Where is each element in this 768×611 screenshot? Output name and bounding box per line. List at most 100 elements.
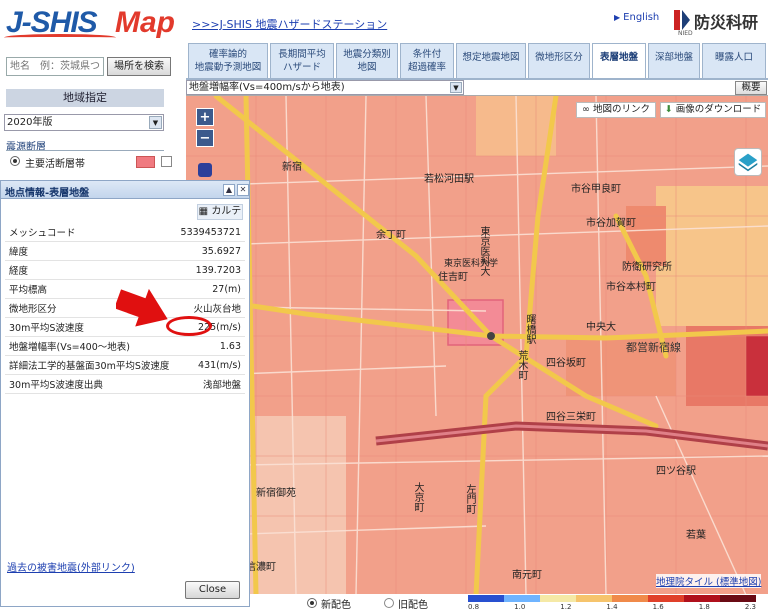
nied-logo-text: 防災科研 xyxy=(694,13,759,32)
new-color-radio[interactable] xyxy=(307,598,317,608)
close-icon[interactable]: ✕ xyxy=(237,184,249,196)
map-label: 市谷本村町 xyxy=(606,282,656,293)
tab-deep-ground[interactable]: 深部地盤 xyxy=(648,43,700,79)
legend-tick: 1.0 xyxy=(514,603,526,611)
chevron-down-icon: ▼ xyxy=(450,82,462,93)
row-value: 火山灰台地 xyxy=(175,298,245,318)
nied-logo-icon xyxy=(674,10,690,30)
tab-label: 地震分類別 地図 xyxy=(343,49,391,73)
image-download-button[interactable]: ⬇ 画像のダウンロード xyxy=(660,102,766,118)
english-link[interactable]: ▶ English xyxy=(614,12,659,23)
legend-swatch xyxy=(468,595,504,602)
overview-button[interactable]: 概要 xyxy=(735,81,767,95)
map-label: 住吉町 xyxy=(438,272,468,283)
legend-swatch xyxy=(684,595,720,602)
color-legend xyxy=(468,595,756,602)
legend-tick: 2.3 xyxy=(744,603,756,611)
link-icon: ∞ xyxy=(582,104,593,115)
place-search-button[interactable]: 場所を検索 xyxy=(107,57,171,76)
row-value: 139.7203 xyxy=(175,260,245,280)
tab-landform[interactable]: 微地形区分 xyxy=(528,43,590,79)
tab-conditional[interactable]: 条件付 超過確率 xyxy=(400,43,454,79)
tab-by-category[interactable]: 地震分類別 地図 xyxy=(336,43,398,79)
tab-label: 表層地盤 xyxy=(599,52,638,63)
tab-scenario[interactable]: 想定地震地図 xyxy=(456,43,526,79)
tab-exposure[interactable]: 曝露人口 xyxy=(702,43,766,79)
map-label: 防衛研究所 xyxy=(622,262,672,273)
past-earthquake-link[interactable]: 過去の被害地震(外部リンク) xyxy=(7,559,135,574)
map-link-button[interactable]: ∞ 地図のリンク xyxy=(576,102,656,118)
legend-tick: 1.6 xyxy=(652,603,664,611)
map-label: 四ツ谷駅 xyxy=(656,466,696,477)
map-label: 都営新宿線 xyxy=(626,341,681,354)
map-label: 大京町 xyxy=(412,482,423,512)
fault-checkbox[interactable] xyxy=(161,156,172,167)
table-row: 緯度 35.6927 xyxy=(5,241,245,261)
collapse-icon[interactable]: ▲ xyxy=(223,184,235,196)
map-label: 南元町 xyxy=(512,570,542,581)
tab-probabilistic[interactable]: 確率論的 地震動予測地図 xyxy=(188,43,268,79)
panel-title: 地点情報-表層地盤 xyxy=(5,188,90,199)
table-row: メッシュコード 5339453721 xyxy=(5,223,245,242)
table-row: 30m平均S波速度出典 浅部地盤 xyxy=(5,374,245,394)
legend-tick: 1.2 xyxy=(560,603,572,611)
fault-radio[interactable] xyxy=(10,156,20,166)
year-select[interactable]: 2020年版 ▼ xyxy=(4,114,164,131)
map-label: 市谷甲良町 xyxy=(571,184,621,195)
row-label: 詳細法工学的基盤面30m平均S波速度 xyxy=(5,355,176,375)
tab-long-term[interactable]: 長期間平均 ハザード xyxy=(270,43,334,79)
map-label: 中央大 xyxy=(586,322,616,333)
legend-tick: 1.8 xyxy=(698,603,710,611)
row-value: 浅部地盤 xyxy=(175,374,245,394)
hazard-station-link[interactable]: >>>J-SHIS 地震ハザードステーション xyxy=(192,16,387,32)
tab-surface-ground[interactable]: 表層地盤 xyxy=(592,43,646,80)
karte-button[interactable]: ▦ カルテ xyxy=(197,204,243,220)
table-row: 詳細法工学的基盤面30m平均S波速度 431(m/s) xyxy=(5,355,245,375)
fault-color-swatch xyxy=(136,156,155,168)
divider xyxy=(6,150,164,151)
logo-map: Map xyxy=(115,6,175,39)
tab-label: 条件付 超過確率 xyxy=(407,49,446,73)
zoom-out-button[interactable]: − xyxy=(196,129,214,147)
tab-label: 想定地震地図 xyxy=(462,52,520,63)
map-label: 信濃町 xyxy=(246,562,276,573)
map-label: 若葉 xyxy=(686,530,706,541)
map-label: 四谷坂町 xyxy=(546,358,586,369)
map-label: 新宿御苑 xyxy=(256,488,296,499)
hazard-map[interactable]: 新宿 若松河田駅 余丁町 住吉町 東京医科大 市谷甲良町 市谷加賀町 市谷本村町… xyxy=(186,95,768,594)
layer-select[interactable]: 地盤増幅率(Vs=400m/sから地表) ▼ xyxy=(186,80,464,95)
map-label: 左門町 xyxy=(464,484,475,514)
zoom-in-button[interactable]: + xyxy=(196,108,214,126)
map-label: 四谷三栄町 xyxy=(546,412,596,423)
place-search-input[interactable] xyxy=(6,57,104,76)
map-label: 東京医科大学 xyxy=(444,259,499,269)
old-color-radio[interactable] xyxy=(384,598,394,608)
close-button[interactable]: Close xyxy=(185,581,240,599)
legend-ticks: 0.8 1.0 1.2 1.4 1.6 1.8 2.3 xyxy=(468,603,756,611)
tab-label: 長期間平均 ハザード xyxy=(278,49,326,73)
attribution-link[interactable]: 地理院タイル (標準地図) xyxy=(656,574,762,588)
download-label: 画像のダウンロード xyxy=(675,104,762,115)
old-color-label: 旧配色 xyxy=(398,600,428,611)
legend-swatch xyxy=(720,595,756,602)
point-info-panel: 地点情報-表層地盤 ▲ ✕ ▦ カルテ メッシュコード 5339453721 緯度 3… xyxy=(0,180,250,607)
compass-icon[interactable] xyxy=(198,163,212,177)
panel-title-bar[interactable]: 地点情報-表層地盤 ▲ ✕ xyxy=(1,181,249,199)
row-value: 27(m) xyxy=(175,279,245,299)
nied-abbr: NIED xyxy=(678,30,693,37)
layers-icon[interactable] xyxy=(734,148,762,176)
row-label: 地盤増幅率(Vs=400～地表) xyxy=(5,336,176,356)
fault-label: 主要活断層帯 xyxy=(25,159,85,170)
table-row: 地盤増幅率(Vs=400～地表) 1.63 xyxy=(5,336,245,356)
legend-tick: 0.8 xyxy=(468,603,480,611)
row-label: 30m平均S波速度出典 xyxy=(5,374,176,394)
row-value: 35.6927 xyxy=(175,241,245,261)
row-value: 431(m/s) xyxy=(175,355,245,375)
red-arrow-icon xyxy=(116,288,168,327)
tab-label: 確率論的 地震動予測地図 xyxy=(194,49,262,73)
legend-swatch xyxy=(612,595,648,602)
map-label: 余丁町 xyxy=(376,230,406,241)
logo-swoosh xyxy=(4,34,116,41)
row-label: 経度 xyxy=(5,260,176,280)
map-link-label: 地図のリンク xyxy=(592,104,650,115)
